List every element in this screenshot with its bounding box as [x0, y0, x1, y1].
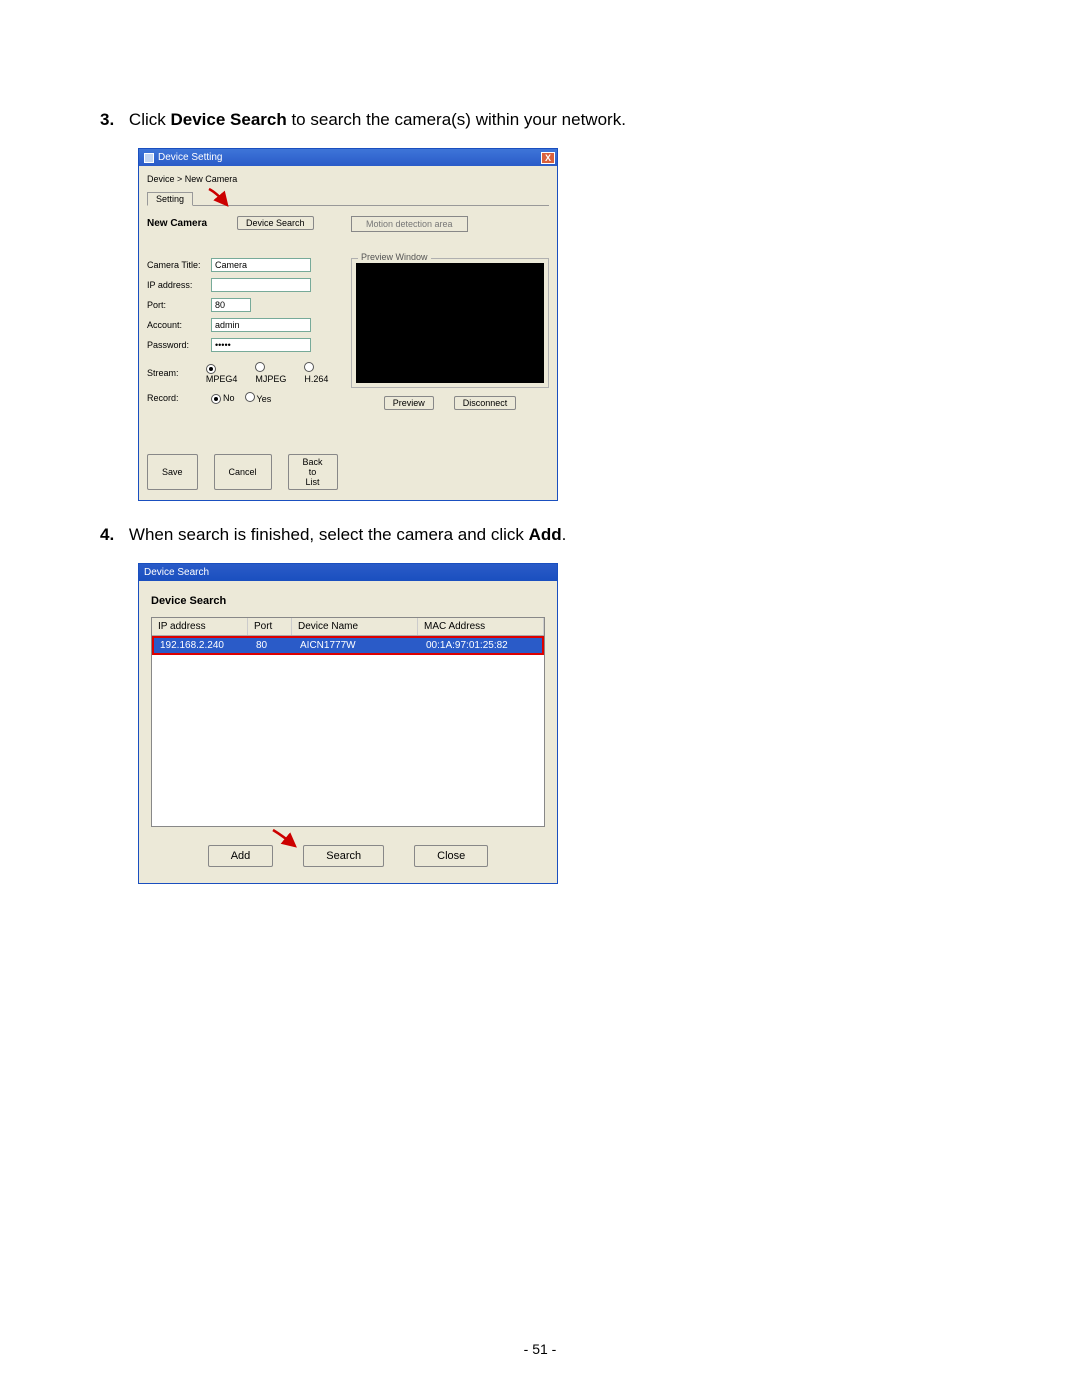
label-camera-title: Camera Title:: [147, 260, 211, 270]
window-title: Device Search: [144, 567, 209, 578]
cell-name: AICN1777W: [294, 638, 420, 653]
radio-mpeg4[interactable]: MPEG4: [206, 363, 245, 384]
preview-fieldset: Preview Window: [351, 258, 549, 388]
ip-input[interactable]: [211, 278, 311, 292]
cell-mac: 00:1A:97:01:25:82: [420, 638, 542, 653]
motion-detection-button[interactable]: Motion detection area: [351, 216, 468, 232]
table-header: IP address Port Device Name MAC Address: [152, 618, 544, 636]
step-number: 3.: [100, 110, 114, 129]
label-port: Port:: [147, 300, 211, 310]
device-search-window: Device Search Device Search IP address P…: [138, 563, 558, 884]
camera-title-input[interactable]: [211, 258, 311, 272]
radio-no[interactable]: No: [211, 393, 235, 404]
cancel-button[interactable]: Cancel: [214, 454, 272, 490]
radio-mjpeg[interactable]: MJPEG: [255, 362, 294, 384]
col-port[interactable]: Port: [248, 618, 292, 635]
window-icon: [144, 153, 154, 163]
table-row[interactable]: 192.168.2.240 80 AICN1777W 00:1A:97:01:2…: [152, 636, 544, 655]
port-input[interactable]: [211, 298, 251, 312]
step-number: 4.: [100, 525, 114, 544]
results-table: IP address Port Device Name MAC Address …: [151, 617, 545, 827]
preview-area: [356, 263, 544, 383]
disconnect-button[interactable]: Disconnect: [454, 396, 517, 410]
close-button[interactable]: Close: [414, 845, 488, 867]
label-password: Password:: [147, 340, 211, 350]
tab-strip: Setting: [147, 190, 549, 206]
save-button[interactable]: Save: [147, 454, 198, 490]
device-search-heading: Device Search: [151, 595, 545, 607]
breadcrumb: Device > New Camera: [147, 172, 549, 190]
back-to-list-button[interactable]: Back to List: [288, 454, 338, 490]
label-account: Account:: [147, 320, 211, 330]
step-4: 4. When search is finished, select the c…: [100, 525, 980, 545]
window-title: Device Setting: [158, 152, 222, 163]
preview-button[interactable]: Preview: [384, 396, 434, 410]
col-ip[interactable]: IP address: [152, 618, 248, 635]
password-input[interactable]: [211, 338, 311, 352]
close-icon[interactable]: X: [541, 152, 555, 164]
cell-ip: 192.168.2.240: [154, 638, 250, 653]
preview-window-label: Preview Window: [358, 252, 431, 262]
page-number: - 51 -: [524, 1341, 557, 1357]
label-stream: Stream:: [147, 368, 206, 378]
radio-yes[interactable]: Yes: [245, 392, 272, 404]
device-search-button[interactable]: Device Search: [237, 216, 314, 230]
add-button[interactable]: Add: [208, 845, 274, 867]
label-ip: IP address:: [147, 280, 211, 290]
step-text: When search is finished, select the came…: [129, 525, 566, 544]
device-setting-window: Device Setting X Device > New Camera Set…: [138, 148, 558, 501]
step-text: Click Device Search to search the camera…: [129, 110, 626, 129]
cell-port: 80: [250, 638, 294, 653]
label-record: Record:: [147, 393, 211, 403]
col-name[interactable]: Device Name: [292, 618, 418, 635]
search-button[interactable]: Search: [303, 845, 384, 867]
account-input[interactable]: [211, 318, 311, 332]
titlebar[interactable]: Device Search: [139, 564, 557, 581]
col-mac[interactable]: MAC Address: [418, 618, 544, 635]
tab-setting[interactable]: Setting: [147, 192, 193, 206]
titlebar[interactable]: Device Setting X: [139, 149, 557, 166]
new-camera-label: New Camera: [147, 218, 207, 229]
radio-h264[interactable]: H.264: [304, 362, 337, 384]
step-3: 3. Click Device Search to search the cam…: [100, 110, 980, 130]
